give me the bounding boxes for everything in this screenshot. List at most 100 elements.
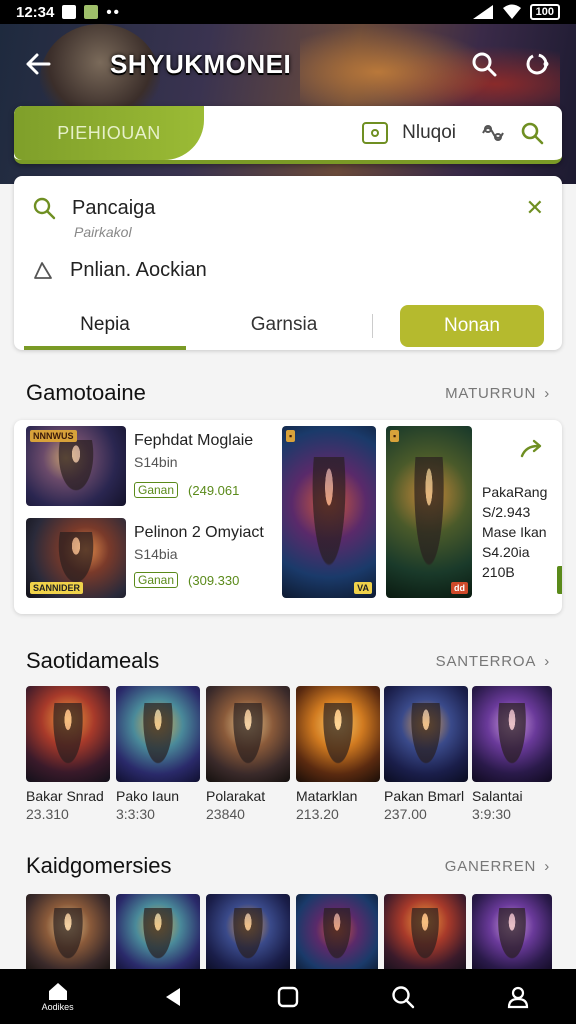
search-card: Pancaiga ✕ Pairkakol Pnlian. Aockian Nep… [14,176,562,350]
featured-item-title[interactable]: Fephdat Moglaie [134,432,253,450]
item-tag: Ganan [134,572,179,588]
section2-header: Saotidameals SANTERROA › [26,646,550,676]
featured-side-list: PakaRang S/2.943 Mase Ikan S4.20ia 210B [482,482,562,582]
game-thumb[interactable] [206,894,290,974]
game-thumb[interactable] [472,894,552,974]
search-hint: Pairkakol [74,224,132,240]
profile-icon [508,986,529,1008]
search-icon[interactable] [520,121,544,145]
featured-card: NNNWUS Fephdat Moglaie S14bin Ganan (249… [14,420,562,614]
nav-home-button[interactable] [253,969,323,1024]
game-thumb[interactable] [116,894,200,974]
wifi-icon [502,4,521,19]
nav-home-label: Aodikes [41,1002,74,1012]
status-bar: 12:34 •• 100 [0,0,576,24]
search-input[interactable]: Pancaiga [72,197,155,220]
thumb-badge: SANNIDER [30,582,84,594]
game-price: 23.310 [26,806,69,822]
more-notifications-icon: •• [106,3,121,21]
game-card[interactable]: Salantai 3:9:30 [472,686,552,822]
poster-badge: ▪ [390,430,400,442]
tab-garnsia[interactable]: Garnsia [204,302,364,350]
game-name: Pakan Bmarl [384,788,465,804]
featured-thumb-1[interactable]: NNNWUS [26,426,126,506]
square-home-icon [277,986,299,1007]
game-card[interactable]: Bakar Snrad 23.310 [26,686,110,822]
see-more-label: SANTERROA [435,652,537,670]
chevron-right-icon: › [544,857,550,875]
tab-nepia[interactable]: Nepia [24,302,186,350]
game-card[interactable]: Pakan Bmarl 237.00 [384,686,468,822]
see-more-link[interactable]: MATURRUN › [445,385,550,402]
game-thumb [472,686,552,782]
game-price: 237.00 [384,806,427,822]
mail-icon [62,5,77,19]
bottom-nav: Aodikes [0,969,576,1024]
game-thumb [384,686,468,782]
tab-divider [372,314,373,338]
location-icon [34,262,52,279]
back-arrow-icon[interactable] [20,46,56,82]
app-title: SHYUKMONEI [110,48,292,79]
game-thumb[interactable] [26,894,110,974]
side-item: Mase Ikan [482,524,547,540]
section-title: Gamotoaine [26,380,146,405]
item-tag: Ganan [134,482,179,498]
thumb-badge: NNNWUS [30,430,77,442]
featured-section-header: Gamotoaine MATURRUN › [26,378,550,408]
game-price: 3:3:30 [116,806,155,822]
section-title: Kaidgomersies [26,853,172,878]
game-name: Pako Iaun [116,788,180,804]
featured-item-title[interactable]: Pelinon 2 Omyiact [134,524,264,542]
chevron-right-icon: › [544,384,550,402]
top-tab-strip: PIEHIOUAN Nluqoi [14,106,562,164]
game-card[interactable]: Pako Iaun 3:3:30 [116,686,200,822]
tab-secondary[interactable]: Nluqoi [402,122,456,144]
back-triangle-icon [165,987,180,1006]
featured-thumb-2[interactable]: SANNIDER [26,518,126,598]
game-name: Bakar Snrad [26,788,104,804]
nav-back[interactable] [138,969,208,1024]
poster-badge: ▪ [286,430,296,442]
game-thumb[interactable] [296,894,378,974]
app-bar: SHYUKMONEI [0,36,576,92]
battery-icon: 100 [529,4,560,20]
featured-poster-2[interactable]: ▪ dd [386,426,472,598]
nav-home[interactable]: Aodikes [23,969,93,1024]
side-item: S4.20ia [482,544,530,560]
nonan-button[interactable]: Nonan [400,305,544,347]
price-value: (309.330 [188,572,240,588]
poster-badge-br: dd [451,582,468,594]
nav-profile[interactable] [483,969,553,1024]
tab-active[interactable]: PIEHIOUAN [14,106,204,160]
settings-icon[interactable] [520,46,556,82]
game-price: 213.20 [296,806,339,822]
game-price: 23840 [206,806,245,822]
game-thumb[interactable] [384,894,466,974]
home-icon [48,983,67,1000]
side-item: 210B [482,564,515,580]
game-thumb [116,686,200,782]
search-icon [33,197,56,220]
filter-icon[interactable] [480,121,506,145]
status-time: 12:34 [16,3,55,21]
game-card[interactable]: Polarakat 23840 [206,686,290,822]
game-thumb [206,686,290,782]
game-card[interactable]: Matarklan 213.20 [296,686,380,822]
location-field[interactable]: Pnlian. Aockian [70,259,207,282]
featured-item-price: Ganan (309.330 [134,572,239,588]
featured-item-sub: S14bia [134,546,178,562]
see-more-link[interactable]: GANERREN › [445,858,550,875]
search-icon[interactable] [466,46,502,82]
featured-poster-1[interactable]: ▪ VA [282,426,376,598]
game-name: Matarklan [296,788,358,804]
share-icon[interactable] [518,434,546,462]
camera-icon[interactable] [362,122,389,144]
clear-icon[interactable]: ✕ [526,195,544,221]
nav-search[interactable] [368,969,438,1024]
price-value: (249.061 [188,482,240,498]
game-name: Salantai [472,788,523,804]
see-more-link[interactable]: SANTERROA › [436,653,550,670]
see-more-label: GANERREN [444,857,537,875]
chevron-right-icon: › [544,652,550,670]
